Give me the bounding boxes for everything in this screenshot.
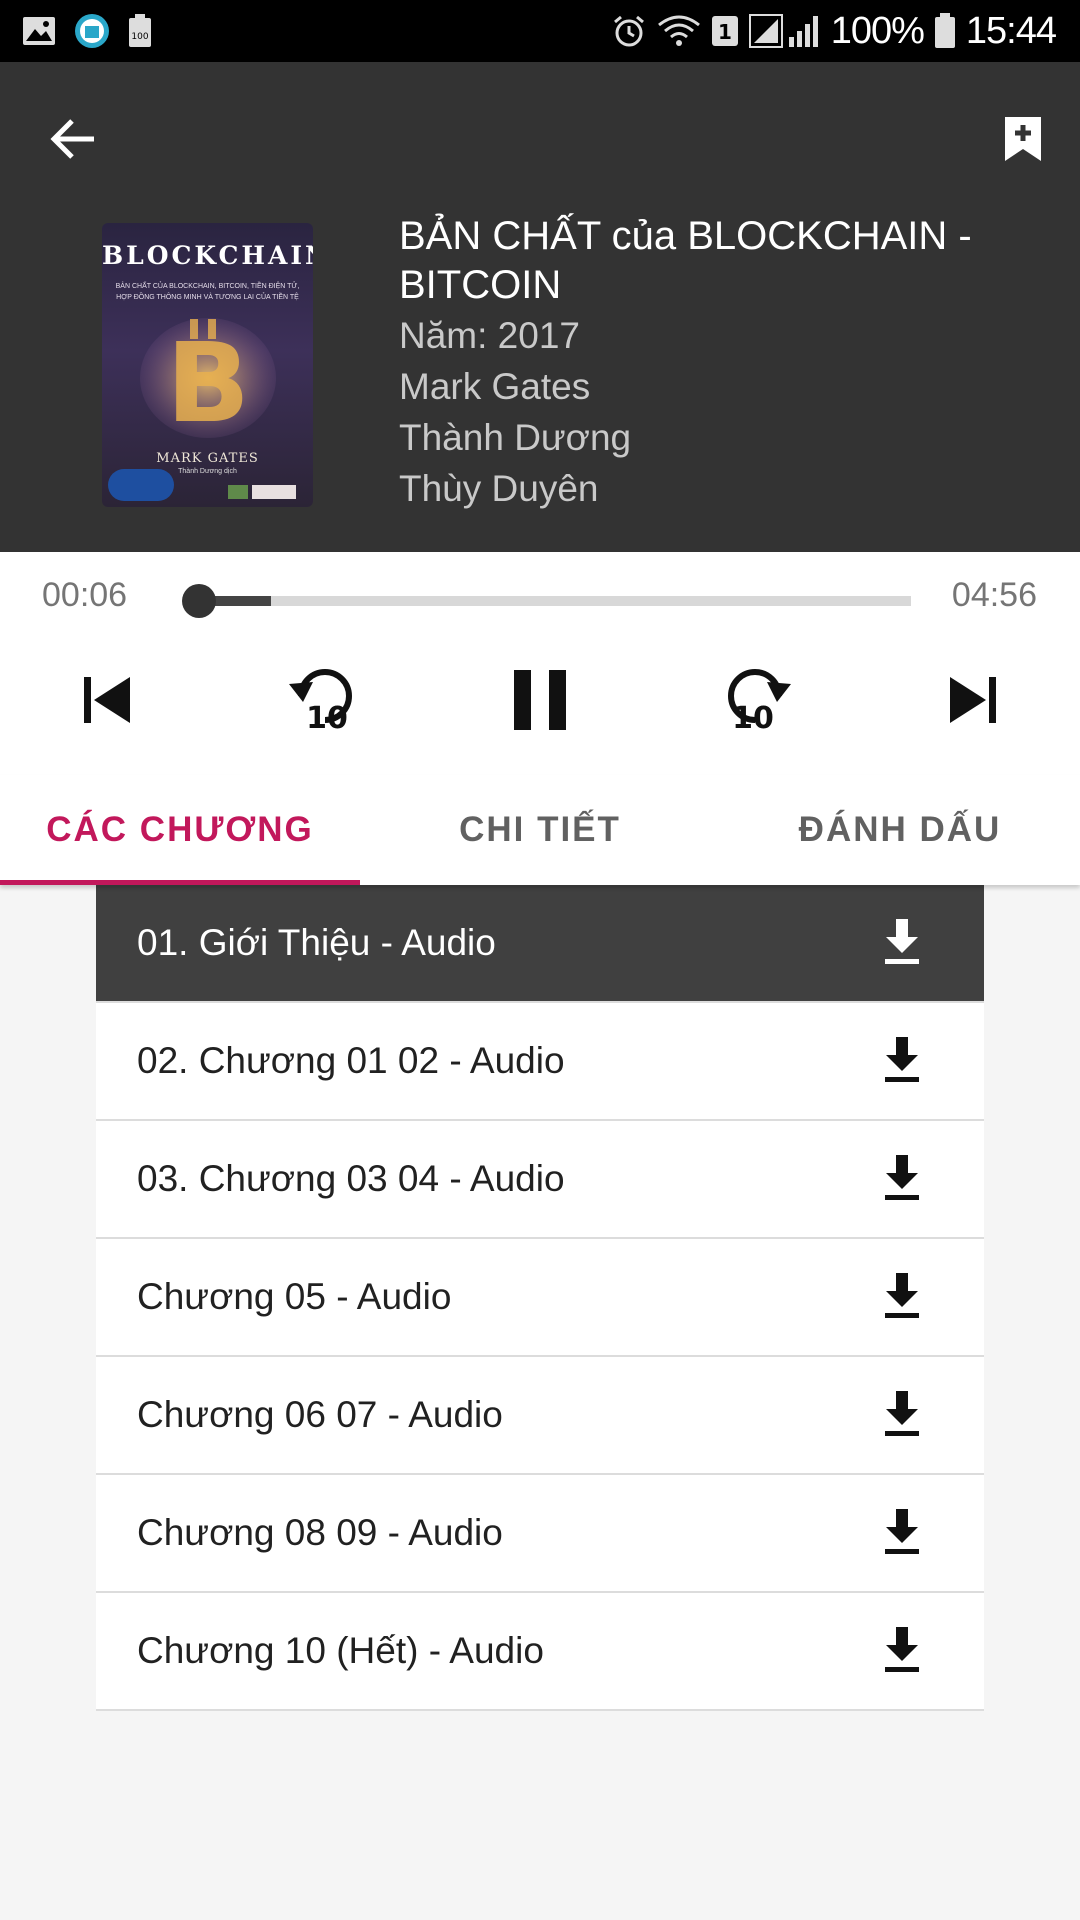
bitcoin-logo-icon: B: [140, 318, 276, 443]
tab-bar: CÁC CHƯƠNG CHI TIẾT ĐÁNH DẤU: [0, 775, 1080, 885]
previous-button[interactable]: [62, 657, 152, 747]
download-icon: [882, 1507, 922, 1560]
cover-title: BLOCKCHAIN: [102, 241, 313, 270]
skip-next-icon: [946, 673, 1000, 732]
chapter-title: Chương 05 - Audio: [137, 1276, 452, 1317]
tab-chapters[interactable]: CÁC CHƯƠNG: [0, 775, 360, 885]
download-icon: [882, 917, 922, 970]
cover-author: MARK GATES: [156, 451, 259, 466]
book-narrator: Thùy Duyên: [399, 468, 599, 509]
chapter-row[interactable]: Chương 06 07 - Audio: [96, 1357, 984, 1475]
tab-details[interactable]: CHI TIẾT: [360, 775, 720, 885]
sim-1-icon: 1: [711, 15, 739, 47]
total-time: 04:56: [951, 576, 1037, 614]
download-icon: [882, 1035, 922, 1088]
book-cover: BLOCKCHAIN BẢN CHẤT CỦA BLOCKCHAIN, BITC…: [102, 223, 313, 507]
book-title: BẢN CHẤT của BLOCKCHAIN - BITCOIN: [399, 214, 972, 307]
chapter-title: Chương 10 (Hết) - Audio: [137, 1630, 544, 1671]
arrow-back-icon: [48, 117, 98, 166]
bookmark-add-icon: [1003, 115, 1043, 168]
chapter-title: 03. Chương 03 04 - Audio: [137, 1158, 565, 1199]
chapter-row[interactable]: Chương 10 (Hết) - Audio: [96, 1593, 984, 1711]
back-button[interactable]: [40, 108, 106, 174]
book-info: BẢN CHẤT của BLOCKCHAIN - BITCOIN Năm: 2…: [399, 212, 1039, 514]
chapter-row[interactable]: Chương 08 09 - Audio: [96, 1475, 984, 1593]
svg-text:10: 10: [732, 701, 774, 736]
battery-icon: [934, 13, 956, 49]
signal-icon: [748, 13, 821, 49]
publisher-mark: [228, 485, 248, 499]
clock: 15:44: [965, 9, 1057, 52]
download-button[interactable]: [876, 917, 928, 969]
chapter-title: 01. Giới Thiệu - Audio: [137, 922, 496, 963]
publisher-mark: [252, 485, 296, 499]
svg-text:10: 10: [306, 701, 348, 736]
progress-slider[interactable]: [181, 584, 911, 618]
gallery-icon: [22, 16, 56, 46]
download-button[interactable]: [876, 1153, 928, 1205]
chapter-title: 02. Chương 01 02 - Audio: [137, 1040, 565, 1081]
replay-10-icon: 10: [287, 662, 363, 743]
download-button[interactable]: [876, 1271, 928, 1323]
tab-bookmarks[interactable]: ĐÁNH DẤU: [720, 775, 1080, 885]
forward-10-icon: 10: [717, 662, 793, 743]
download-icon: [882, 1625, 922, 1678]
alarm-icon: [611, 13, 647, 49]
next-button[interactable]: [928, 657, 1018, 747]
download-button[interactable]: [876, 1389, 928, 1441]
download-icon: [882, 1271, 922, 1324]
forward-10-button[interactable]: 10: [710, 657, 800, 747]
skip-previous-icon: [80, 673, 134, 732]
current-time: 00:06: [42, 576, 128, 614]
chapter-title: Chương 08 09 - Audio: [137, 1512, 503, 1553]
chapter-title: Chương 06 07 - Audio: [137, 1394, 503, 1435]
chapter-row[interactable]: 01. Giới Thiệu - Audio: [96, 885, 984, 1003]
download-button[interactable]: [876, 1625, 928, 1677]
slider-thumb[interactable]: [181, 584, 216, 618]
wifi-icon: [657, 13, 701, 49]
pause-button[interactable]: [495, 657, 585, 747]
chapter-row[interactable]: 03. Chương 03 04 - Audio: [96, 1121, 984, 1239]
download-icon: [882, 1153, 922, 1206]
download-button[interactable]: [876, 1035, 928, 1087]
chapter-list: 01. Giới Thiệu - Audio 02. Chương 01 02 -…: [96, 885, 984, 1711]
svg-text:1: 1: [718, 20, 732, 44]
download-icon: [882, 1389, 922, 1442]
cover-subtitle: BẢN CHẤT CỦA BLOCKCHAIN, BITCOIN, TIỀN Đ…: [115, 283, 300, 301]
publisher-logo: [108, 469, 174, 501]
book-year: Năm: 2017: [399, 315, 580, 356]
chapter-row[interactable]: 02. Chương 01 02 - Audio: [96, 1003, 984, 1121]
add-bookmark-button[interactable]: [990, 108, 1056, 174]
chapter-row[interactable]: Chương 05 - Audio: [96, 1239, 984, 1357]
app-icon: [74, 13, 110, 49]
battery-saver-icon: 100: [128, 14, 152, 48]
status-bar: 100 1 100% 15:44: [0, 0, 1080, 62]
svg-text:100: 100: [131, 32, 148, 42]
download-button[interactable]: [876, 1507, 928, 1559]
book-translator: Thành Dương: [399, 417, 632, 458]
replay-10-button[interactable]: 10: [280, 657, 370, 747]
audio-player: 00:06 04:56 10 10: [0, 552, 1080, 775]
book-author: Mark Gates: [399, 366, 591, 407]
pause-icon: [510, 668, 570, 737]
battery-percent: 100%: [830, 9, 925, 52]
book-header: BLOCKCHAIN BẢN CHẤT CỦA BLOCKCHAIN, BITC…: [0, 62, 1080, 552]
